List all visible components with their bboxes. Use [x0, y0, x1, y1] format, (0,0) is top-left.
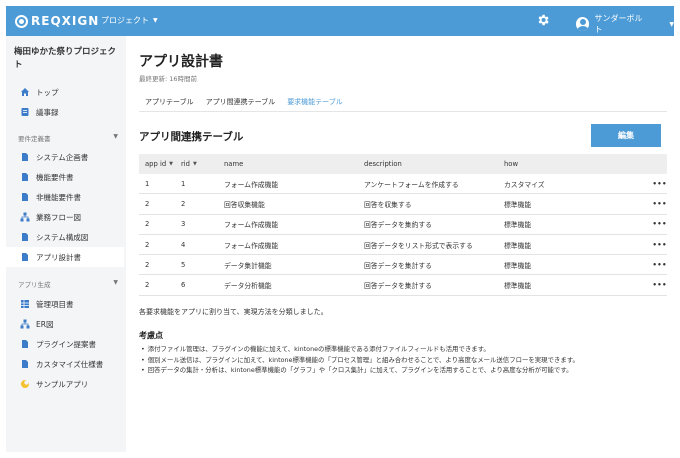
sidebar: 梅田ゆかた祭りプロジェクト トップ 議事録 要件定義書 ▼ システム企画書 機能…: [6, 36, 124, 452]
document-icon: [22, 173, 28, 181]
tab-app-table[interactable]: アプリテーブル: [139, 94, 200, 112]
sidebar-item-label: システム構成図: [36, 232, 89, 242]
sidebar-item-label: 議事録: [36, 107, 59, 117]
table-row: 2 3 フォーム作成機能 回答データを集約する 標準機能 •••: [139, 215, 667, 235]
column-header-name: name: [224, 160, 244, 168]
page-title: アプリ設計書: [139, 54, 223, 70]
more-options-icon[interactable]: •••: [634, 241, 667, 249]
sidebar-item-label: アプリ設計書: [36, 252, 81, 262]
logo[interactable]: REQXIGN: [15, 14, 99, 28]
sidebar-item-label: 業務フロー図: [36, 212, 81, 222]
table-row: 2 2 回答収集機能 回答を収集する 標準機能 •••: [139, 194, 667, 215]
last-updated: 最終更新: 16時間前: [139, 75, 198, 83]
sidebar-item-management-items[interactable]: 管理項目書: [6, 294, 124, 314]
description-text: 各要求機能をアプリに割り当て、実現方法を分類しました。: [139, 308, 328, 316]
table-row: 2 4 フォーム作成機能 回答データをリスト形式で表示する 標準機能 •••: [139, 235, 667, 256]
gear-icon[interactable]: [536, 13, 550, 27]
sidebar-item-label: 非機能要件書: [36, 192, 81, 202]
avatar-icon: [576, 17, 590, 31]
app-window: REQXIGN プロジェクト ▼ サンダーボルト ▼ 梅田ゆかた祭りプロジェクト…: [6, 6, 674, 452]
document-icon: [22, 340, 28, 348]
edit-button[interactable]: 編集: [591, 124, 661, 147]
section-header-requirements[interactable]: 要件定義書 ▼: [18, 133, 118, 143]
section-header-app-generation[interactable]: アプリ生成 ▼: [18, 279, 118, 289]
logo-text: REQXIGN: [31, 14, 100, 28]
document-icon: [22, 193, 28, 201]
sidebar-item-label: トップ: [36, 87, 59, 97]
section-title: アプリ生成: [18, 281, 51, 289]
sidebar-item-business-flow[interactable]: 業務フロー図: [6, 207, 124, 227]
sidebar-item-label: サンプルアプリ: [36, 379, 89, 389]
minutes-icon: [21, 108, 29, 116]
chevron-down-icon: ▼: [669, 20, 674, 28]
project-menu[interactable]: プロジェクト ▼: [101, 15, 158, 26]
sidebar-item-nonfunctional-req[interactable]: 非機能要件書: [6, 187, 124, 207]
user-name: サンダーボルト: [594, 14, 643, 34]
user-menu[interactable]: サンダーボルト ▼: [576, 13, 674, 35]
tab-app-link-table[interactable]: アプリ間連携テーブル: [200, 94, 282, 112]
table-row: 2 5 データ集計機能 回答データを集計する 標準機能 •••: [139, 255, 667, 276]
list-item: 添付ファイル管理は、プラグインの機能に加えて、kintoneの標準機能である添付…: [141, 344, 671, 355]
column-header-how: how: [504, 160, 519, 168]
list-item: 個別メール送信は、プラグインに加えて、kintone標準機能の「プロセス管理」と…: [141, 355, 671, 366]
sidebar-item-label: カスタマイズ仕様書: [36, 359, 104, 369]
main-content: アプリ設計書 最終更新: 16時間前 アプリテーブル アプリ間連携テーブル 要求…: [126, 36, 674, 452]
considerations-list: 添付ファイル管理は、プラグインの機能に加えて、kintoneの標準機能である添付…: [141, 344, 671, 376]
table-row: 1 1 フォーム作成機能 アンケートフォームを作成する カスタマイズ •••: [139, 174, 667, 195]
flow-icon: [20, 212, 30, 222]
sidebar-item-label: プラグイン提案書: [36, 339, 96, 349]
more-options-icon[interactable]: •••: [634, 281, 667, 289]
chevron-down-icon: ▼: [113, 133, 118, 140]
document-icon: [22, 233, 28, 241]
grid-icon: [21, 300, 29, 308]
logo-icon: [15, 14, 28, 28]
sidebar-item-functional-req[interactable]: 機能要件書: [6, 167, 124, 187]
column-header-description: description: [364, 160, 402, 168]
flow-icon: [20, 319, 30, 329]
home-icon: [21, 88, 29, 96]
more-options-icon[interactable]: •••: [634, 261, 667, 269]
list-item: 回答データの集計・分析は、kintone標準機能の「グラフ」や「クロス集計」に加…: [141, 365, 671, 376]
sidebar-item-customize-spec[interactable]: カスタマイズ仕様書: [6, 354, 124, 374]
document-icon: [22, 253, 28, 261]
tab-bar: アプリテーブル アプリ間連携テーブル 要求機能テーブル: [139, 94, 349, 112]
document-icon: [22, 360, 28, 368]
project-menu-label: プロジェクト: [101, 16, 149, 25]
sidebar-item-label: ER図: [36, 319, 54, 329]
data-table: app id ▼ rid ▼ name description how 1 1 …: [139, 154, 667, 296]
sample-app-icon: [21, 380, 29, 388]
considerations-title: 考慮点: [139, 331, 163, 340]
sidebar-item-minutes[interactable]: 議事録: [6, 102, 124, 122]
column-header-app-id[interactable]: app id ▼: [139, 160, 181, 168]
more-options-icon[interactable]: •••: [634, 220, 667, 228]
sort-icon[interactable]: ▼: [193, 161, 197, 167]
sidebar-item-app-design[interactable]: アプリ設計書: [6, 247, 124, 267]
sidebar-item-system-architecture[interactable]: システム構成図: [6, 227, 124, 247]
sidebar-item-sample-app[interactable]: サンプルアプリ: [6, 374, 124, 394]
tab-required-function-table[interactable]: 要求機能テーブル: [281, 94, 349, 112]
top-bar: REQXIGN プロジェクト ▼ サンダーボルト ▼: [6, 6, 674, 36]
section-title: 要件定義書: [18, 135, 51, 143]
sidebar-item-er-diagram[interactable]: ER図: [6, 314, 124, 334]
sidebar-item-label: 機能要件書: [36, 172, 74, 182]
table-row: 2 6 データ分析機能 回答データを集計する 標準機能 •••: [139, 275, 667, 296]
tab-divider: [139, 111, 667, 112]
sidebar-item-top[interactable]: トップ: [6, 82, 124, 102]
chevron-down-icon: ▼: [153, 17, 158, 24]
more-options-icon[interactable]: •••: [634, 180, 667, 188]
sidebar-item-plugin-proposal[interactable]: プラグイン提案書: [6, 334, 124, 354]
more-options-icon[interactable]: •••: [634, 200, 667, 208]
chevron-down-icon: ▼: [113, 279, 118, 286]
sidebar-item-label: システム企画書: [36, 152, 89, 162]
section-title: アプリ間連携テーブル: [139, 131, 244, 143]
column-header-rid[interactable]: rid ▼: [181, 160, 224, 168]
sidebar-item-system-plan[interactable]: システム企画書: [6, 147, 124, 167]
sort-icon[interactable]: ▼: [169, 161, 173, 167]
project-name: 梅田ゆかた祭りプロジェクト: [14, 47, 117, 70]
document-icon: [22, 153, 28, 161]
table-header: app id ▼ rid ▼ name description how: [139, 154, 667, 174]
sidebar-item-label: 管理項目書: [36, 299, 74, 309]
